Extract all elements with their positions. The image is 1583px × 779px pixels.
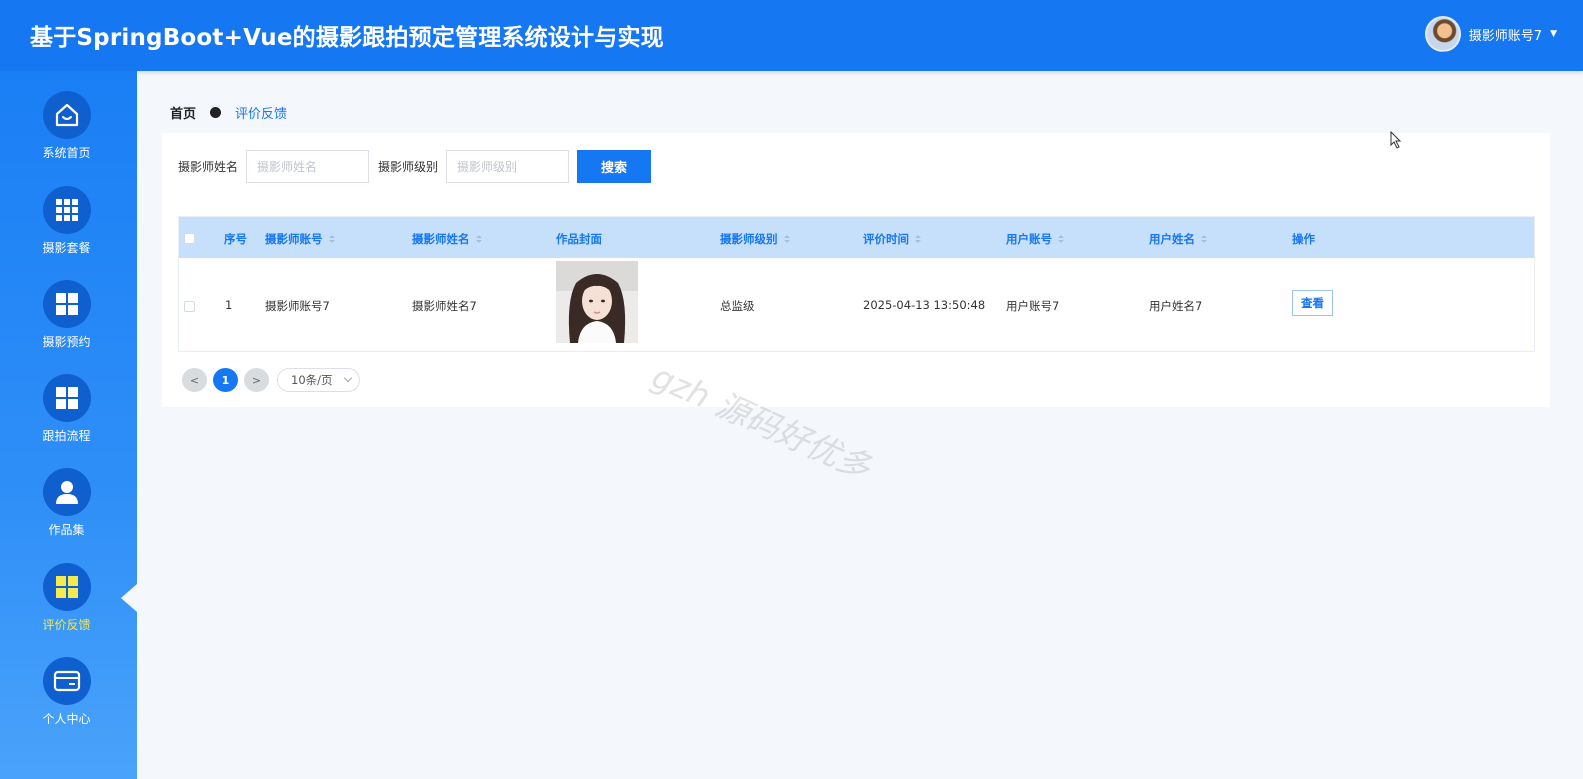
- table-header: 序号 摄影师账号 摄影师姓名 作品封面 摄影师级别 评价时间 用户账号 用户姓名…: [179, 217, 1534, 258]
- column-header-cover: 作品封面: [556, 231, 602, 247]
- select-all-checkbox[interactable]: [184, 233, 195, 244]
- photographer-level-input[interactable]: [446, 150, 570, 183]
- search-form: 摄影师姓名 摄影师级别 搜索: [178, 150, 652, 183]
- column-header-time[interactable]: 评价时间: [863, 231, 921, 247]
- grid-four-icon: [43, 374, 91, 422]
- cell-user-name: 用户姓名7: [1149, 299, 1203, 313]
- column-header-label: 摄影师账号: [265, 232, 323, 246]
- main-panel: 摄影师姓名 摄影师级别 搜索 序号 摄影师账号 摄影师姓名 作品封面 摄影师级别…: [162, 133, 1550, 407]
- sort-icon[interactable]: [475, 235, 482, 243]
- column-header-label: 用户账号: [1006, 232, 1052, 246]
- column-header-label: 摄影师级别: [720, 232, 778, 246]
- breadcrumb-home[interactable]: 首页: [170, 103, 196, 122]
- column-header-label: 评价时间: [863, 232, 909, 246]
- column-header-label: 用户姓名: [1149, 232, 1195, 246]
- breadcrumb-current: 评价反馈: [235, 107, 288, 122]
- user-icon: [43, 468, 91, 516]
- column-header-level[interactable]: 摄影师级别: [720, 231, 790, 247]
- feedback-table: 序号 摄影师账号 摄影师姓名 作品封面 摄影师级别 评价时间 用户账号 用户姓名…: [178, 216, 1535, 352]
- home-icon: [43, 91, 91, 139]
- username-label[interactable]: 摄影师账号7: [1469, 25, 1542, 44]
- cover-image[interactable]: [556, 261, 638, 343]
- sidebar-item-packages[interactable]: 摄影套餐: [0, 186, 137, 276]
- user-menu[interactable]: 摄影师账号7 ▼: [1424, 16, 1557, 52]
- mouse-cursor-icon: [1390, 130, 1402, 153]
- search-button[interactable]: 搜索: [577, 150, 652, 183]
- photographer-name-input[interactable]: [246, 150, 370, 183]
- sidebar-item-label: 摄影预约: [42, 335, 91, 349]
- column-header-account[interactable]: 摄影师账号: [265, 231, 335, 247]
- pagination: < 1 > 10条/页: [182, 368, 360, 392]
- sidebar-item-label: 评价反馈: [42, 618, 91, 632]
- grid-nine-icon: [43, 186, 91, 234]
- sidebar-item-profile[interactable]: 个人中心: [0, 657, 137, 747]
- cell-level: 总监级: [720, 299, 755, 313]
- grid-four-icon: [43, 280, 91, 328]
- sidebar-item-portfolio[interactable]: 作品集: [0, 468, 137, 558]
- sidebar-item-label: 跟拍流程: [42, 429, 91, 443]
- sort-icon[interactable]: [915, 235, 921, 243]
- sidebar: 系统首页 摄影套餐 摄影预约 跟拍流程 作品集 评价反馈 个人中心: [0, 71, 137, 779]
- app-title: 基于SpringBoot+Vue的摄影跟拍预定管理系统设计与实现: [30, 25, 664, 51]
- column-header-user-account[interactable]: 用户账号: [1006, 231, 1064, 247]
- user-avatar[interactable]: [1424, 16, 1461, 52]
- chevron-down-icon: [343, 373, 353, 383]
- column-header-label: 摄影师姓名: [412, 232, 470, 246]
- sort-icon[interactable]: [328, 235, 335, 243]
- photographer-level-label: 摄影师级别: [378, 160, 439, 174]
- grid-four-icon: [43, 563, 91, 611]
- column-header-label: 操作: [1292, 232, 1315, 246]
- sidebar-item-label: 个人中心: [42, 712, 91, 726]
- sort-icon[interactable]: [1201, 235, 1207, 243]
- prev-page-button[interactable]: <: [182, 368, 207, 392]
- column-header-label: 序号: [224, 232, 247, 246]
- wallet-icon: [43, 657, 91, 705]
- column-header-user-name[interactable]: 用户姓名: [1149, 231, 1207, 247]
- breadcrumb-separator-icon: [210, 107, 222, 118]
- sidebar-item-label: 系统首页: [42, 146, 91, 160]
- cell-user-account: 用户账号7: [1006, 299, 1060, 313]
- sidebar-item-label: 摄影套餐: [42, 241, 91, 255]
- column-header-index: 序号: [224, 231, 247, 247]
- view-button[interactable]: 查看: [1292, 290, 1333, 316]
- sidebar-item-process[interactable]: 跟拍流程: [0, 374, 137, 464]
- page-size-select[interactable]: 10条/页: [277, 368, 360, 392]
- column-header-action: 操作: [1292, 231, 1315, 247]
- cell-account: 摄影师账号7: [265, 299, 330, 313]
- row-checkbox[interactable]: [184, 301, 195, 312]
- sort-icon[interactable]: [1058, 235, 1064, 243]
- cell-time: 2025-04-13 13:50:48: [863, 298, 986, 312]
- page-number-button[interactable]: 1: [213, 368, 238, 392]
- page-size-value: 10条/页: [291, 373, 333, 387]
- photographer-name-label: 摄影师姓名: [178, 160, 239, 174]
- sidebar-item-label: 作品集: [48, 523, 85, 537]
- breadcrumb: 首页 评价反馈: [170, 103, 287, 122]
- chevron-down-icon[interactable]: ▼: [1550, 29, 1557, 39]
- sidebar-item-booking[interactable]: 摄影预约: [0, 280, 137, 370]
- next-page-button[interactable]: >: [244, 368, 269, 392]
- sidebar-item-feedback[interactable]: 评价反馈: [0, 563, 137, 653]
- top-header: 基于SpringBoot+Vue的摄影跟拍预定管理系统设计与实现 摄影师账号7 …: [0, 0, 1583, 71]
- cell-index: 1: [225, 298, 233, 312]
- column-header-name[interactable]: 摄影师姓名: [412, 231, 482, 247]
- column-header-label: 作品封面: [556, 232, 602, 246]
- active-indicator: [121, 584, 137, 612]
- sort-icon[interactable]: [783, 235, 790, 243]
- cell-name: 摄影师姓名7: [412, 299, 477, 313]
- sidebar-item-home[interactable]: 系统首页: [0, 91, 137, 181]
